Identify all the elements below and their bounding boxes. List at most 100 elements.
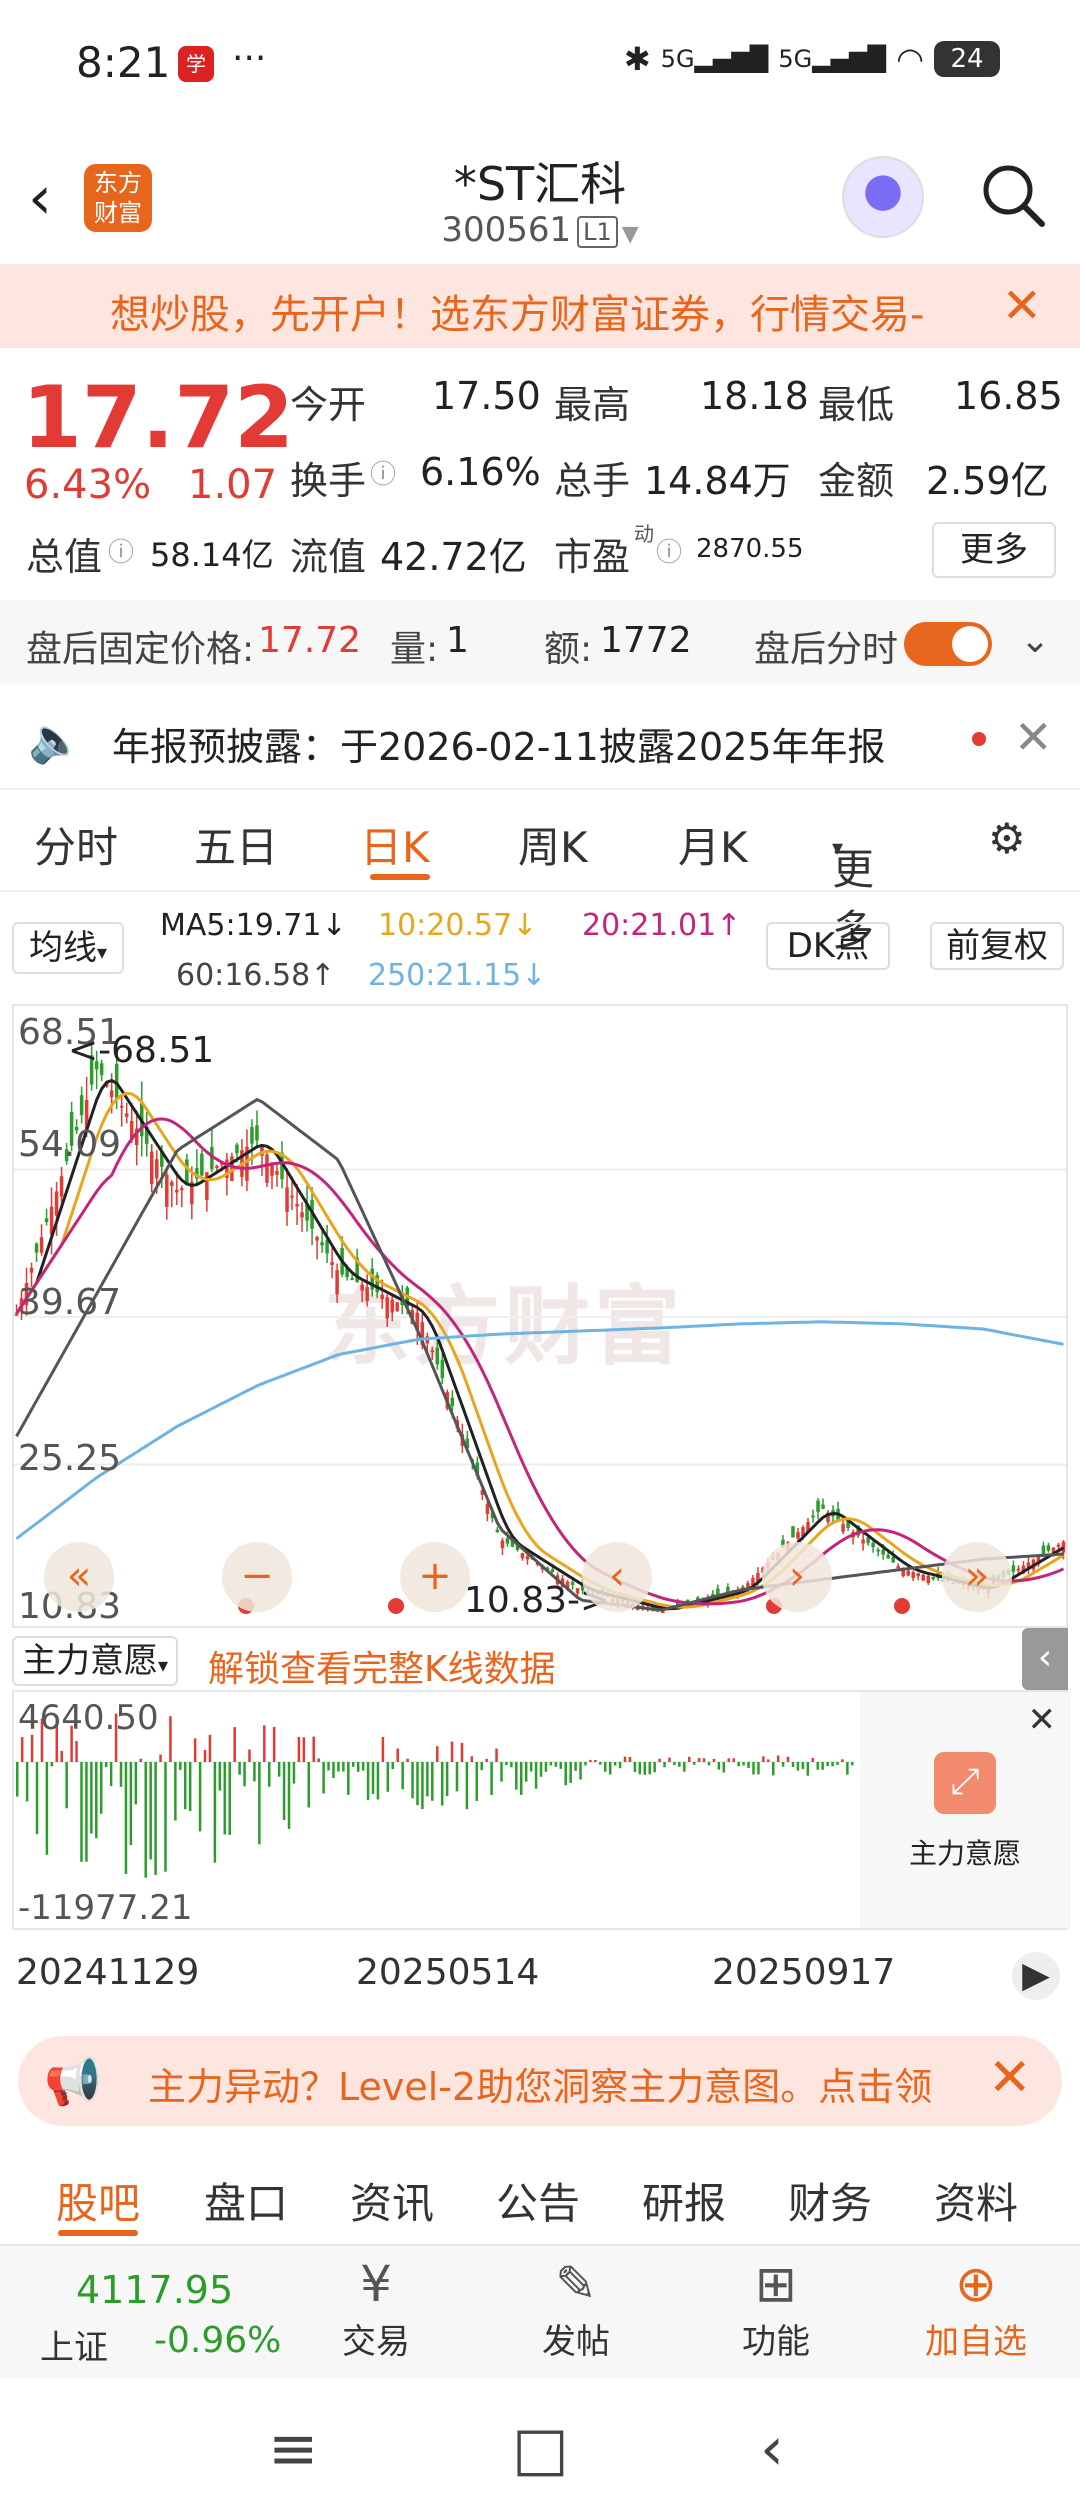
promo-banner[interactable]: 想炒股，先开户！选东方财富证券，行情交易- ✕	[0, 264, 1080, 348]
main-force-bar	[406, 1758, 409, 1762]
main-force-bar	[529, 1762, 533, 1772]
main-force-bar	[683, 1762, 686, 1772]
main-force-bar	[25, 1762, 29, 1802]
battery-icon: 24	[934, 41, 1000, 77]
dk-point-button[interactable]: DK点	[766, 922, 890, 970]
side-panel-toggle-icon[interactable]: ‹	[1022, 1628, 1068, 1690]
candle-body	[435, 1347, 440, 1365]
index-change[interactable]: -0.96%	[154, 2320, 281, 2361]
candle-body	[320, 1242, 324, 1246]
chevron-down-icon: ▼	[621, 222, 639, 247]
bottom-toolbar: 4117.95 上证 -0.96% ¥ 交易 ✎ 发帖 ⊞ 功能 ⊕ 加自选	[0, 2244, 1080, 2378]
chart-period-tabs: 分时 五日 日K 周K 月K 更多 ▾ ⚙	[0, 792, 1080, 955]
home-icon[interactable]: □	[512, 2414, 569, 2484]
main-force-bar	[198, 1762, 202, 1832]
main-force-bar	[569, 1762, 572, 1783]
info-icon[interactable]: ⓘ	[108, 532, 134, 569]
functions-button[interactable]: ⊞ 功能	[716, 2254, 836, 2363]
sub-indicator-selector[interactable]: 主力意愿▾	[12, 1636, 179, 1686]
main-force-bar	[366, 1762, 370, 1800]
candlestick-chart[interactable]: 东方财富 68.51 54.09 39.67 25.25 10.83 <-68.…	[12, 1004, 1068, 1628]
tab-guba[interactable]: 股吧	[56, 2170, 140, 2231]
tab-monthly-k[interactable]: 月K	[678, 814, 748, 875]
chevron-down-icon[interactable]: ⌄	[1020, 620, 1050, 661]
close-icon[interactable]: ✕	[1028, 1700, 1057, 1740]
tab-weekly-k[interactable]: 周K	[518, 814, 588, 875]
tab-research[interactable]: 研报	[642, 2170, 726, 2231]
candle-body	[170, 1182, 174, 1186]
zoom-out-icon[interactable]: −	[222, 1542, 292, 1612]
more-button[interactable]: 更多	[932, 522, 1056, 578]
main-force-bar	[584, 1762, 587, 1766]
info-icon[interactable]: ⓘ	[656, 532, 682, 569]
high-value: 18.18	[700, 374, 809, 418]
gear-icon[interactable]: ⚙	[988, 814, 1026, 863]
adjust-mode-button[interactable]: 前复权	[930, 922, 1064, 970]
candle-body	[811, 1515, 815, 1518]
main-force-bar	[623, 1756, 627, 1762]
add-watchlist-button[interactable]: ⊕ 加自选	[916, 2254, 1036, 2363]
candle-body	[380, 1294, 384, 1300]
tab-finance[interactable]: 财务	[788, 2170, 872, 2231]
tab-news[interactable]: 资讯	[350, 2170, 434, 2231]
yen-icon: ¥	[360, 2255, 392, 2313]
main-force-bar	[90, 1762, 93, 1834]
tab-five-day[interactable]: 五日	[194, 814, 278, 875]
main-force-bar	[534, 1762, 538, 1789]
tab-pankou[interactable]: 盘口	[204, 2170, 288, 2231]
main-force-bar	[381, 1736, 385, 1762]
turnover-value: 6.16%	[420, 450, 541, 494]
tab-profile[interactable]: 资料	[934, 2170, 1018, 2231]
menu-icon[interactable]: ≡	[268, 2414, 318, 2484]
turnover-label: 换手	[290, 459, 367, 503]
level2-banner[interactable]: 📢 主力异动？Level-2助您洞察主力意图。点击领 ✕	[18, 2036, 1062, 2126]
max-price-annotation: <-68.51	[68, 1030, 215, 1071]
main-force-bar	[465, 1762, 469, 1810]
unlock-kline-link[interactable]: 解锁查看完整K线数据	[208, 1640, 556, 1692]
index-name[interactable]: 上证	[40, 2320, 108, 2369]
trade-button[interactable]: ¥ 交易	[316, 2254, 436, 2363]
main-force-bar	[806, 1762, 810, 1776]
main-force-bar	[248, 1749, 251, 1762]
main-force-bar	[16, 1762, 19, 1797]
candle-body	[921, 1574, 925, 1581]
play-icon[interactable]: ▶	[1012, 1952, 1060, 2000]
main-force-bar	[757, 1762, 760, 1775]
main-force-chart[interactable]: 4640.50 -11977.21 ✕ ⤢ 主力意愿	[12, 1690, 1070, 1930]
main-force-bar	[688, 1756, 691, 1762]
index-value[interactable]: 4117.95	[76, 2268, 233, 2312]
search-icon[interactable]	[978, 160, 1048, 230]
main-force-bar	[297, 1736, 301, 1762]
tab-announcements[interactable]: 公告	[496, 2170, 580, 2231]
zoom-in-icon[interactable]: +	[400, 1542, 470, 1612]
more-notifications-icon: ···	[232, 38, 267, 79]
info-icon[interactable]: ⓘ	[370, 454, 396, 491]
close-icon[interactable]: ✕	[1014, 710, 1053, 764]
scroll-right-icon[interactable]: ›	[762, 1542, 832, 1612]
main-force-bar	[796, 1762, 800, 1771]
close-icon[interactable]: ✕	[988, 2048, 1032, 2108]
indicator-selector[interactable]: 均线▾	[12, 922, 124, 974]
assistant-robot-icon[interactable]	[842, 156, 924, 238]
after-hours-price: 17.72	[258, 620, 362, 661]
scroll-right-fast-icon[interactable]: »	[942, 1542, 1012, 1612]
after-hours-toggle[interactable]	[904, 622, 992, 666]
close-icon[interactable]: ✕	[1002, 278, 1042, 334]
back-icon[interactable]: ‹	[760, 2414, 784, 2484]
main-force-bar	[208, 1734, 212, 1762]
main-force-bar	[253, 1762, 256, 1782]
scroll-left-fast-icon[interactable]: «	[44, 1542, 114, 1612]
tab-daily-k[interactable]: 日K	[360, 814, 430, 875]
scroll-left-icon[interactable]: ‹	[582, 1542, 652, 1612]
candle-body	[79, 1095, 84, 1116]
report-notice[interactable]: 🔈 年报预披露：于2026-02-11披露2025年年报 ✕	[0, 690, 1080, 790]
trade-label: 交易	[342, 2322, 410, 2362]
main-force-bar	[485, 1758, 488, 1762]
main-force-card[interactable]: ✕ ⤢ 主力意愿	[860, 1692, 1070, 1928]
low-value: 16.85	[954, 374, 1063, 418]
post-button[interactable]: ✎ 发帖	[516, 2254, 636, 2363]
candle-body	[330, 1261, 334, 1265]
candle-body	[440, 1359, 445, 1379]
candle-body	[881, 1549, 885, 1555]
tab-timeshare[interactable]: 分时	[34, 814, 118, 875]
